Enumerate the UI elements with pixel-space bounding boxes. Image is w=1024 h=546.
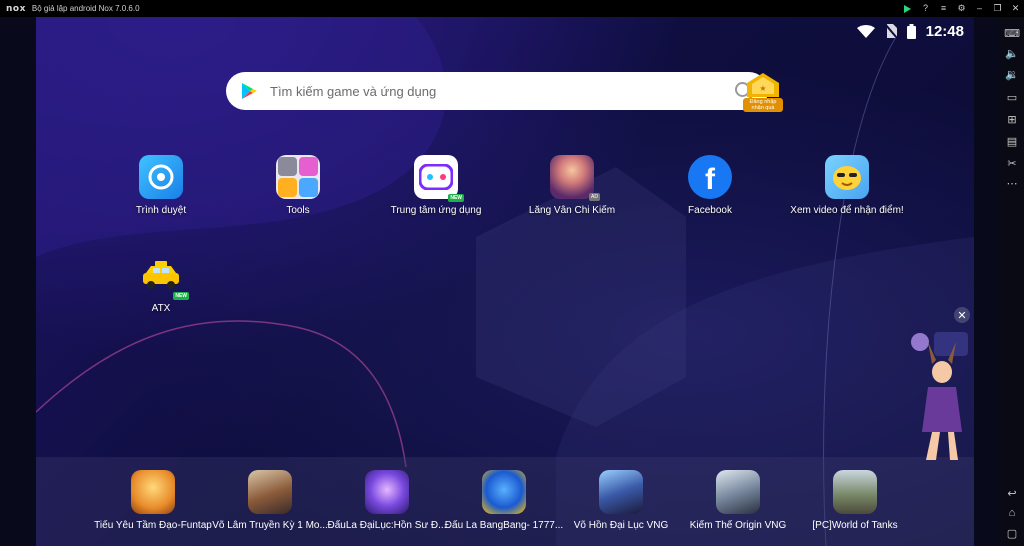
browser-icon: [139, 155, 183, 199]
app-facebook[interactable]: f Facebook: [640, 155, 780, 216]
login-gift-label: Đăng nhập nhận quà: [743, 98, 783, 112]
nox-logo: nox: [6, 3, 26, 14]
help-icon[interactable]: ?: [921, 4, 930, 13]
left-border: [0, 17, 36, 546]
scissors-icon[interactable]: ✂: [1006, 157, 1018, 170]
volume-up-icon[interactable]: 🔈: [1005, 47, 1019, 60]
app-browser[interactable]: Trình duyệt: [91, 155, 231, 216]
back-icon[interactable]: ↩: [1006, 487, 1018, 500]
ad-badge: AD: [589, 193, 600, 201]
login-gift-button[interactable]: ★ Đăng nhập nhận quà: [743, 71, 783, 115]
title-bar: nox Bộ giả lập android Nox 7.0.6.0 ? ≡ ⚙…: [0, 0, 1024, 17]
dock-app-world-of-tanks[interactable]: [PC]World of Tanks: [795, 470, 915, 531]
screen-icon[interactable]: ▭: [1006, 91, 1018, 104]
dau-la-dai-luc-icon: [365, 470, 409, 514]
app-atx[interactable]: NEW ATX: [91, 253, 231, 314]
shake-icon[interactable]: ▤: [1006, 135, 1018, 148]
volume-down-icon[interactable]: 🔉: [1005, 68, 1019, 81]
app-label: Trung tâm ứng dụng: [390, 205, 482, 216]
ad-close-button[interactable]: ✕: [954, 307, 970, 323]
watch-video-icon: [825, 155, 869, 199]
app-label: Facebook: [688, 205, 732, 216]
emulator-toolbar: ⌨ 🔈 🔉 ▭ ⊞ ▤ ✂ ⋯ ↩ ⌂ ▢: [1000, 17, 1024, 546]
lang-van-chi-kiem-icon: AD: [550, 155, 600, 201]
app-center-icon: NEW: [414, 155, 464, 202]
vo-lam-truyen-ky-icon: [248, 470, 292, 514]
floating-ad-banner[interactable]: [898, 312, 974, 462]
add-apk-icon[interactable]: ⊞: [1006, 113, 1018, 126]
world-of-tanks-icon: [833, 470, 877, 514]
app-label: Xem video để nhận điểm!: [790, 205, 904, 216]
dock-app-vo-hon-dai-luc[interactable]: Võ Hồn Đại Lục VNG: [561, 470, 681, 531]
search-bar[interactable]: [226, 72, 768, 110]
dock-app-dau-la-dai-luc[interactable]: ĐấuLa ĐạiLục:Hồn Sư Đ...: [327, 470, 447, 531]
google-play-icon: [242, 83, 257, 99]
more-icon[interactable]: ⋯: [1006, 177, 1018, 190]
new-badge: NEW: [173, 292, 189, 300]
vo-hon-dai-luc-icon: [599, 470, 643, 514]
restore-icon[interactable]: ❐: [993, 4, 1002, 13]
clock: 12:48: [925, 22, 964, 40]
tools-icon: [276, 155, 320, 199]
app-lang-van-chi-kiem[interactable]: AD Lăng Vân Chi Kiếm: [502, 155, 642, 216]
dock-label: Tiểu Yêu Tầm Đạo-Funtap: [94, 520, 212, 531]
dock-label: ĐấuLa ĐạiLục:Hồn Sư Đ...: [327, 520, 447, 531]
android-home-screen: 12:48 ★ Đăng nhập nhận quà Trình duyệt: [36, 17, 974, 546]
dock-app-kiem-the-origin[interactable]: Kiếm Thế Origin VNG: [678, 470, 798, 531]
play-icon[interactable]: [903, 4, 912, 13]
minimize-icon[interactable]: –: [975, 4, 984, 13]
app-dock: Tiểu Yêu Tầm Đạo-Funtap Võ Lâm Truyền Kỳ…: [36, 457, 974, 546]
app-label: Tools: [286, 205, 310, 216]
dock-label: Võ Hồn Đại Lục VNG: [573, 520, 669, 531]
dock-label: Võ Lâm Truyền Kỳ 1 Mo...: [212, 520, 328, 531]
svg-text:★: ★: [759, 84, 766, 93]
window-controls: ? ≡ ⚙ – ❐ ✕: [903, 0, 1020, 17]
close-icon: ✕: [957, 309, 967, 322]
atx-taxi-icon: NEW: [139, 253, 189, 300]
dau-la-bangbang-icon: [482, 470, 526, 514]
dock-app-tieu-yeu-tam-dao[interactable]: Tiểu Yêu Tầm Đạo-Funtap: [93, 470, 213, 531]
kiem-the-origin-icon: [716, 470, 760, 514]
no-sim-icon: [884, 24, 897, 38]
recent-apps-icon[interactable]: ▢: [1006, 527, 1018, 540]
app-watch-video[interactable]: Xem video để nhận điểm!: [777, 155, 917, 216]
facebook-icon: f: [688, 155, 732, 199]
app-label: ATX: [151, 303, 171, 314]
tieu-yeu-tam-dao-icon: [131, 470, 175, 514]
dock-label: Đấu La BangBang- 1777...: [444, 520, 564, 531]
wifi-icon: [856, 24, 875, 38]
battery-icon: [906, 23, 916, 39]
settings-icon[interactable]: ⚙: [957, 4, 966, 13]
window-title: Bộ giả lập android Nox 7.0.6.0: [31, 4, 140, 13]
menu-icon[interactable]: ≡: [939, 4, 948, 13]
crown-gift-icon: ★: [747, 73, 779, 97]
keyboard-icon[interactable]: ⌨: [1004, 27, 1020, 40]
dock-label: [PC]World of Tanks: [812, 520, 898, 531]
dock-label: Kiếm Thế Origin VNG: [689, 520, 787, 531]
home-icon[interactable]: ⌂: [1006, 507, 1018, 519]
close-icon[interactable]: ✕: [1011, 4, 1020, 13]
dock-app-vo-lam-truyen-ky[interactable]: Võ Lâm Truyền Kỳ 1 Mo...: [210, 470, 330, 531]
status-bar: 12:48: [856, 21, 964, 41]
app-label: Trình duyệt: [135, 205, 187, 216]
dock-app-dau-la-bangbang[interactable]: Đấu La BangBang- 1777...: [444, 470, 564, 531]
app-tools[interactable]: Tools: [228, 155, 368, 216]
new-badge: NEW: [448, 194, 464, 202]
app-app-center[interactable]: NEW Trung tâm ứng dụng: [366, 155, 506, 216]
right-border: [974, 17, 1000, 546]
search-input[interactable]: [268, 82, 692, 100]
app-label: Lăng Vân Chi Kiếm: [528, 205, 616, 216]
